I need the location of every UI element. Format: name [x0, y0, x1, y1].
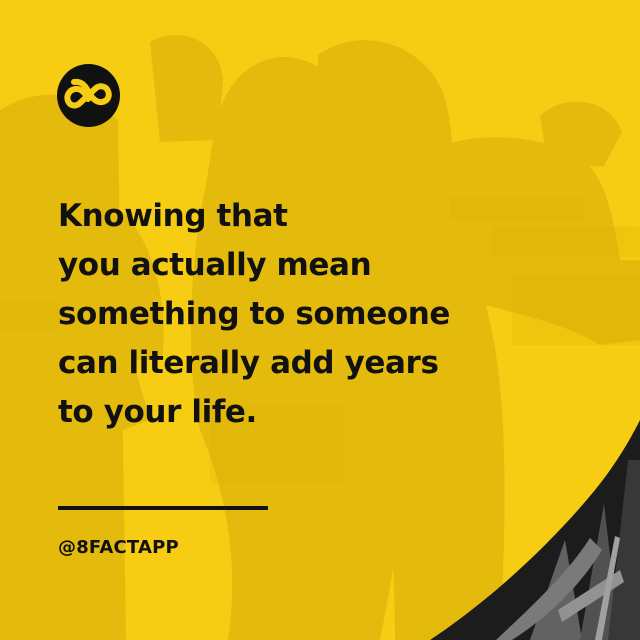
divider-line	[58, 506, 268, 510]
fact-line-1: Knowing that	[58, 198, 288, 234]
fact-line-4: can literally add years	[58, 345, 439, 381]
fact-headline: Knowing that you actually mean something…	[58, 192, 578, 437]
corner-photo-strip	[430, 420, 640, 640]
fact-line-5: to your life.	[58, 394, 257, 430]
brand-logo	[57, 64, 120, 127]
fact-card: Knowing that you actually mean something…	[0, 0, 640, 640]
fact-line-2: you actually mean	[58, 247, 372, 283]
infinity-8-logo-icon	[64, 78, 112, 109]
social-handle: @8FACTAPP	[58, 537, 179, 558]
fact-line-3: something to someone	[58, 296, 451, 332]
